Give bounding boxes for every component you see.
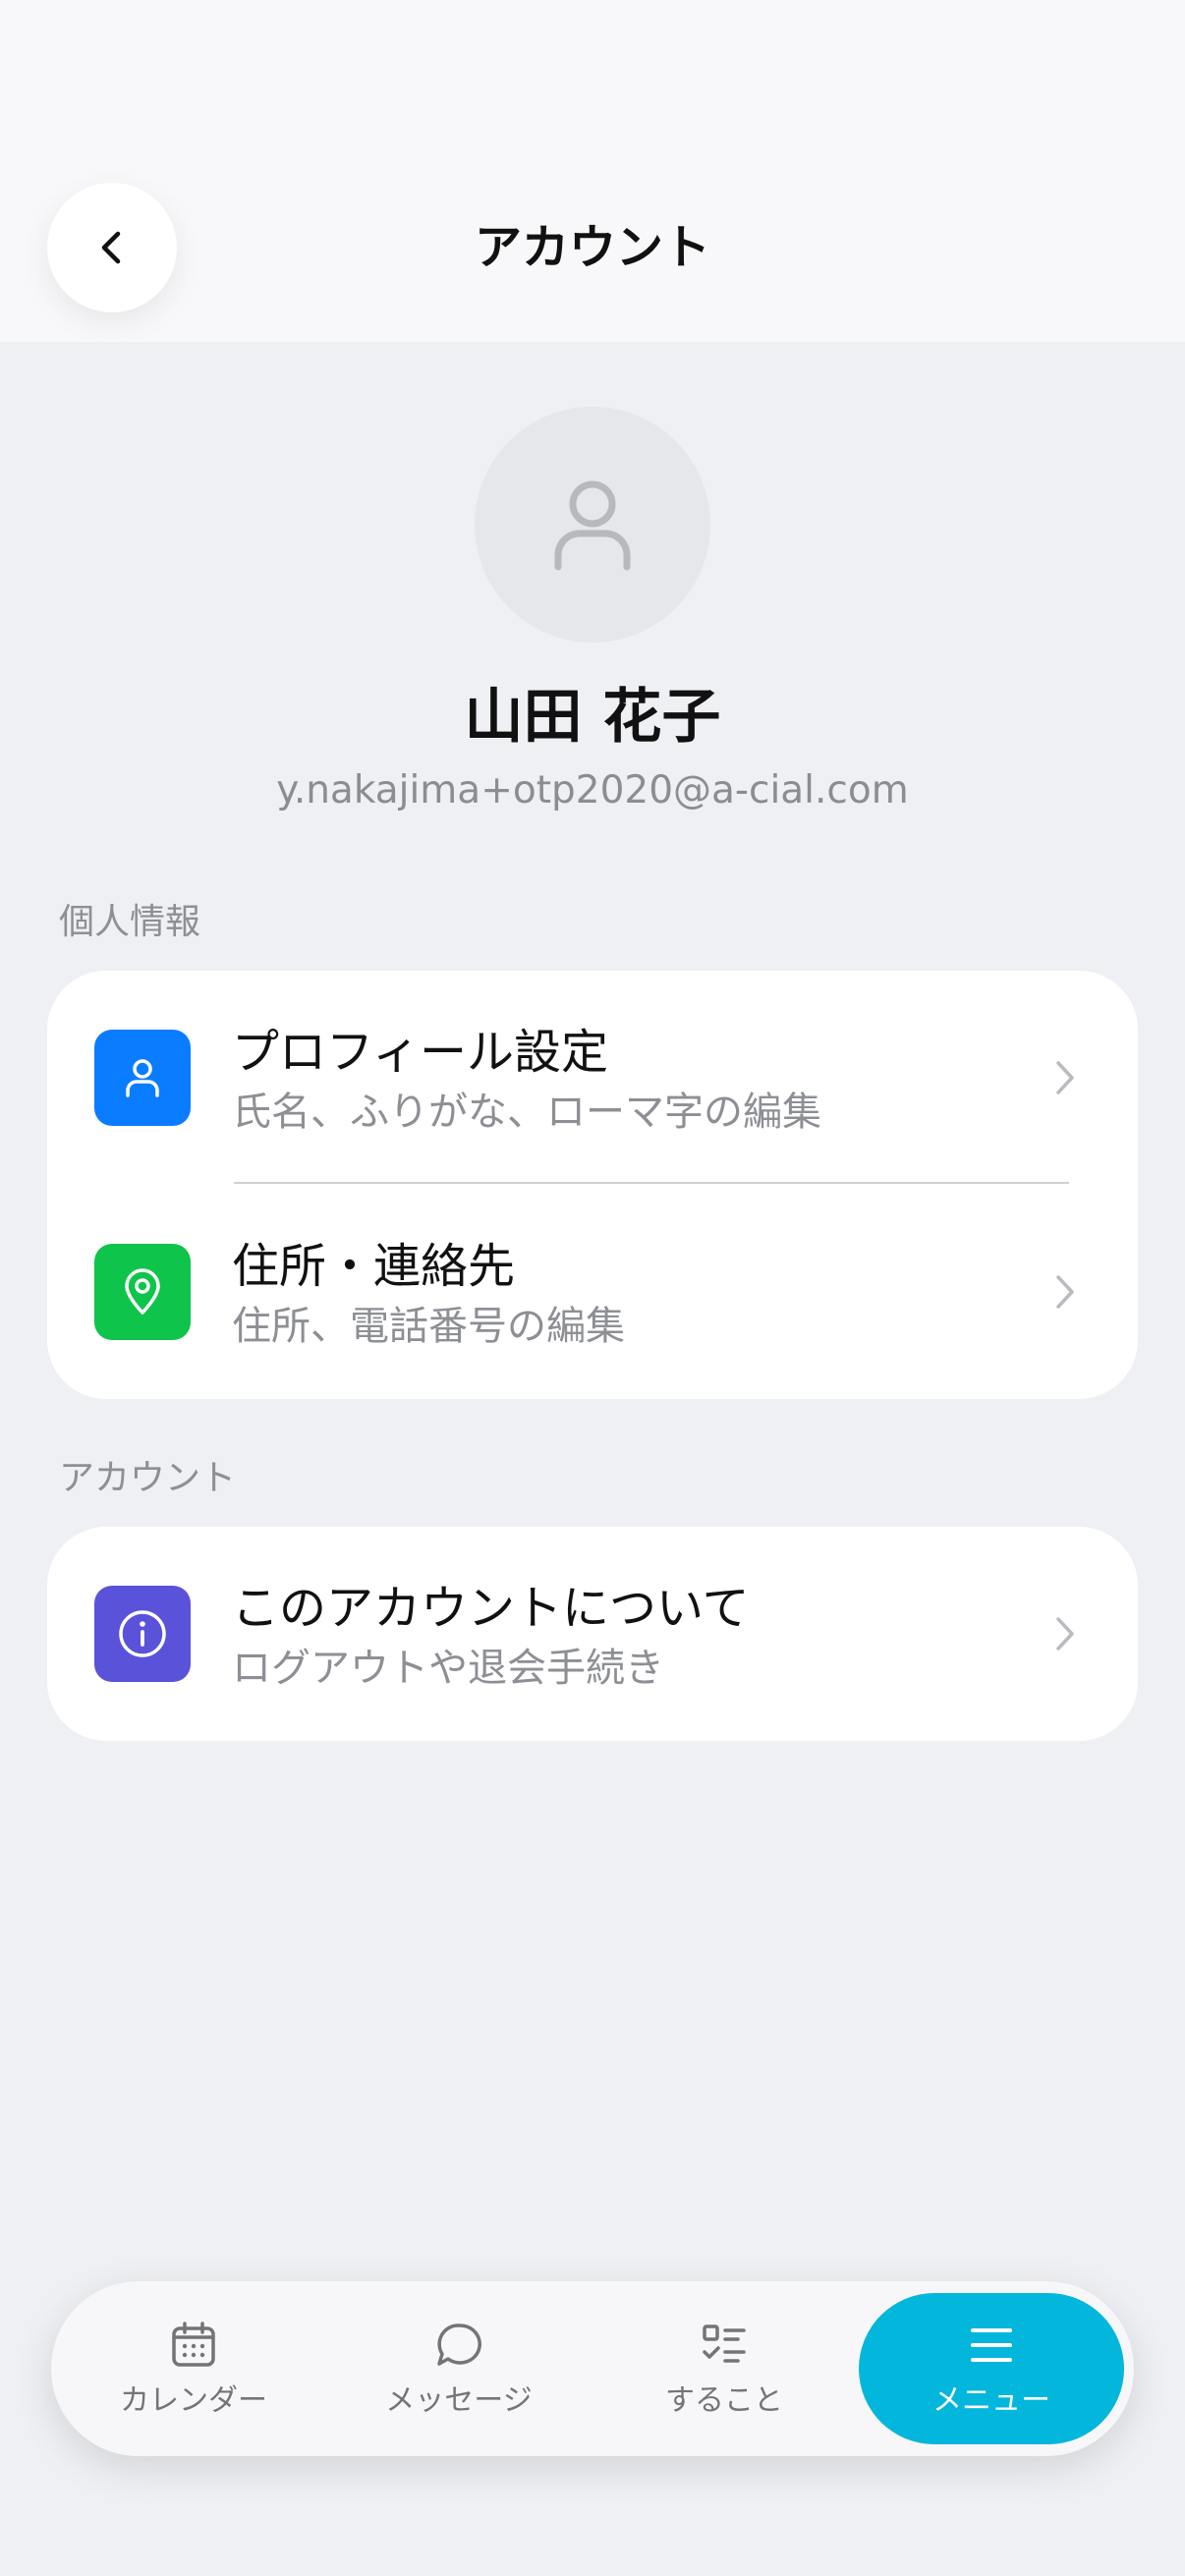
profile-icon-badge [94,1030,191,1126]
row-title: 住所・連絡先 [232,1239,516,1294]
tab-menu[interactable]: メニュー [859,2293,1124,2444]
section-label-personal: 個人情報 [59,902,201,942]
info-icon [119,1610,166,1657]
chat-bubble-icon [437,2324,481,2366]
tab-calendar[interactable]: カレンダー [71,2281,316,2456]
person-icon [126,1059,159,1097]
address-contact-row[interactable]: 住所・連絡先 住所、電話番号の編集 [47,1185,1138,1399]
person-icon [554,480,631,571]
tab-label: カレンダー [120,2383,267,2418]
chevron-right-icon [1045,1614,1085,1653]
profile-settings-row[interactable]: プロフィール設定 氏名、ふりがな、ローマ字の編集 [47,971,1138,1185]
tab-messages[interactable]: メッセージ [336,2281,582,2456]
location-pin-icon [125,1268,160,1315]
info-icon-badge [94,1586,191,1682]
row-title: このアカウントについて [232,1581,750,1636]
row-subtitle: ログアウトや退会手続き [232,1646,664,1691]
chevron-right-icon [1045,1272,1085,1312]
page-title: アカウント [474,220,710,275]
user-email: y.nakajima+otp2020@a-cial.com [276,768,909,812]
personal-info-card: プロフィール設定 氏名、ふりがな、ローマ字の編集 住所・連絡先 住所、電話番号の… [47,971,1138,1399]
header: アカウント [0,0,1185,342]
tab-label: メッセージ [385,2383,533,2418]
about-account-row[interactable]: このアカウントについて ログアウトや退会手続き [47,1527,1138,1741]
section-label-account: アカウント [59,1458,237,1498]
row-title: プロフィール設定 [232,1025,609,1080]
calendar-icon [172,2322,215,2367]
bottom-tab-bar: カレンダー メッセージ すること メニュー [51,2281,1134,2456]
avatar[interactable] [475,407,710,643]
row-subtitle: 氏名、ふりがな、ローマ字の編集 [232,1090,821,1135]
chevron-right-icon [1045,1058,1085,1097]
tab-todo[interactable]: すること [601,2281,847,2456]
menu-icon [971,2328,1012,2362]
user-name: 山田 花子 [464,683,721,752]
checklist-icon [703,2324,746,2363]
tab-label: メニュー [932,2383,1050,2418]
address-icon-badge [94,1244,191,1340]
account-card: このアカウントについて ログアウトや退会手続き [47,1527,1138,1741]
tab-label: すること [665,2383,783,2418]
divider [234,1182,1069,1184]
row-subtitle: 住所、電話番号の編集 [232,1304,625,1349]
